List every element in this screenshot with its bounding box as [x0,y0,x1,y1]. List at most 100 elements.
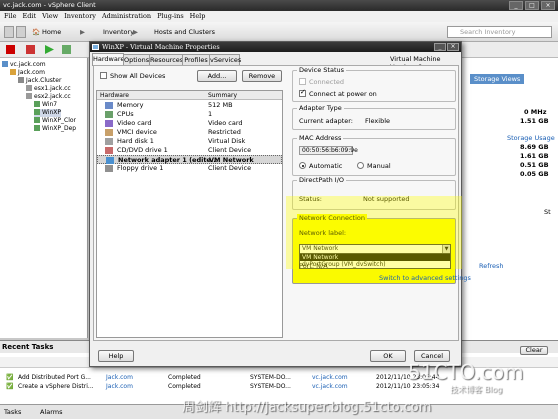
chevron-down-icon[interactable]: ▼ [442,245,450,253]
refresh-icon[interactable] [62,45,71,54]
vm-properties-dialog: WinXP - Virtual Machine Properties _ × H… [89,41,471,367]
dialog-close-button[interactable]: × [447,43,459,51]
hardware-name: VMCI device [117,128,157,136]
menu-item-plugins[interactable]: Plug-ins [157,12,184,20]
checkbox-box[interactable] [100,72,107,79]
task-status-icon: ✅ [6,374,14,381]
storage-usage-link[interactable]: Storage Usage [507,134,555,142]
video-card-icon [105,120,113,127]
menu-item-view[interactable]: View [42,12,58,20]
floppy-icon [105,165,113,172]
cd-dvd-icon [105,147,113,154]
task-status-icon: ✅ [6,383,14,390]
cluster-icon [18,77,24,83]
tab-resources[interactable]: Resources [149,54,183,65]
close-window-button[interactable]: × [541,1,555,10]
maximize-button[interactable]: □ [525,1,539,10]
pause-icon[interactable] [26,45,35,54]
back-button[interactable] [4,26,14,38]
forward-button[interactable] [16,26,26,38]
hardware-summary: Virtual Disk [208,137,246,145]
hardware-summary: Restricted [208,128,241,136]
storage-views-tab[interactable]: Storage Views [470,74,525,84]
hardware-row[interactable]: VMCI device Restricted [97,128,282,137]
hardware-row[interactable]: Memory 512 MB [97,101,282,110]
tasks-button[interactable]: Tasks [4,405,21,419]
hardware-list-header: Hardware Summary [97,91,282,100]
menu-item-file[interactable]: File [4,12,17,20]
menu-item-help[interactable]: Help [190,12,206,20]
hardware-summary: Client Device [208,146,252,154]
network-label-caption: Network label: [299,229,347,237]
port-label: Port: N/A [299,262,328,270]
directpath-group: DirectPath I/O Status: Not supported [292,176,456,210]
tree-host-1[interactable]: esx1.jack.cc [26,85,71,93]
tree-root[interactable]: vc.jack.com [2,61,46,69]
tree-vm-win7[interactable]: Win7 [34,101,57,109]
mac-address-group: MAC Address 00:50:56:b6:09:9e Automatic … [292,134,456,176]
navigation-bar: 🏠 Home ▶ Inventory ▶ Hosts and Clusters … [0,22,558,42]
minimize-button[interactable]: _ [509,1,523,10]
refresh-link[interactable]: Refresh [479,262,504,270]
storage-val-1: 8.69 GB [520,143,549,151]
tab-profiles[interactable]: Profiles [182,54,210,65]
network-option-vm-network[interactable]: VM Network [300,254,450,261]
inventory-link[interactable]: Inventory [103,26,134,38]
tree-vm-winxp[interactable]: WinXP [34,109,61,117]
logo-watermark: 51CTO.com [408,360,524,384]
network-adapter-icon [106,157,114,164]
hardware-summary: 512 MB [208,101,233,109]
tree-datacenter[interactable]: Jack.com [10,69,45,77]
hardware-row[interactable]: CD/DVD drive 1 Client Device [97,146,282,155]
directpath-status-label: Status: [299,195,322,203]
switch-to-advanced-link[interactable]: Switch to advanced settings [379,274,471,282]
help-button[interactable]: Help [98,350,134,362]
hardware-row[interactable]: Hard disk 1 Virtual Disk [97,137,282,146]
inventory-tree: vc.jack.com Jack.com Jack.Cluster esx1.j… [0,58,88,338]
search-input[interactable]: Search Inventory [447,26,552,38]
hardware-row[interactable]: Video card Video card [97,119,282,128]
window-title: vc.jack.com - vSphere Client [3,1,96,9]
play-icon[interactable] [45,45,54,54]
hardware-row[interactable]: Floppy drive 1 Client Device [97,164,282,173]
host-icon [26,85,32,91]
hardware-name: Memory [117,101,144,109]
tree-vm-winxp-clone[interactable]: WinXP_Clor [34,117,76,125]
memory-icon [105,102,113,109]
tree-vm-winxp-dep[interactable]: WinXP_Dep [34,125,76,133]
tree-host-2[interactable]: esx2.jack.cc [26,93,71,101]
vm-icon [34,101,40,107]
clear-button[interactable]: Clear [520,346,548,355]
hosts-clusters-link[interactable]: Hosts and Clusters [154,26,215,38]
vm-icon [34,117,40,123]
directpath-status-value: Not supported [363,195,410,203]
connect-at-power-on-checkbox[interactable]: Connect at power on [299,88,377,98]
home-link[interactable]: Home [42,26,61,38]
tab-options[interactable]: Options [123,54,150,65]
connected-checkbox[interactable]: Connected [299,78,344,86]
breadcrumb-sep-2: ▶ [133,28,138,36]
menu-item-inventory[interactable]: Inventory [64,12,96,20]
alarms-button[interactable]: Alarms [40,405,63,419]
ok-button[interactable]: OK [370,350,406,362]
menu-item-edit[interactable]: Edit [23,12,37,20]
hardware-list: Hardware Summary Memory 512 MB CPUs 1 Video … [96,90,283,338]
stop-icon[interactable] [6,45,15,54]
mac-automatic-radio[interactable]: Automatic [299,162,342,170]
hardware-row[interactable]: CPUs 1 [97,110,282,119]
mac-address-field[interactable]: 00:50:56:b6:09:9e [299,146,358,155]
hardware-row[interactable]: Network adapter 1 (edite... VM Network [97,155,282,164]
storage-val-4: 0.05 GB [520,170,549,178]
hardware-summary: Client Device [208,164,252,172]
tree-cluster[interactable]: Jack.Cluster [18,77,61,85]
tab-vservices[interactable]: vServices [209,54,241,65]
host-icon [26,93,32,99]
add-device-button[interactable]: Add... [197,70,237,82]
mac-manual-radio[interactable]: Manual [357,162,391,170]
device-status-group: Device Status Connected Connect at power… [292,66,456,102]
show-all-devices-checkbox[interactable]: Show All Devices [100,72,165,80]
dialog-minimize-button[interactable]: _ [434,43,446,51]
menu-item-administration[interactable]: Administration [102,12,151,20]
adapter-value: Flexible [365,117,391,125]
remove-device-button[interactable]: Remove [242,70,282,82]
